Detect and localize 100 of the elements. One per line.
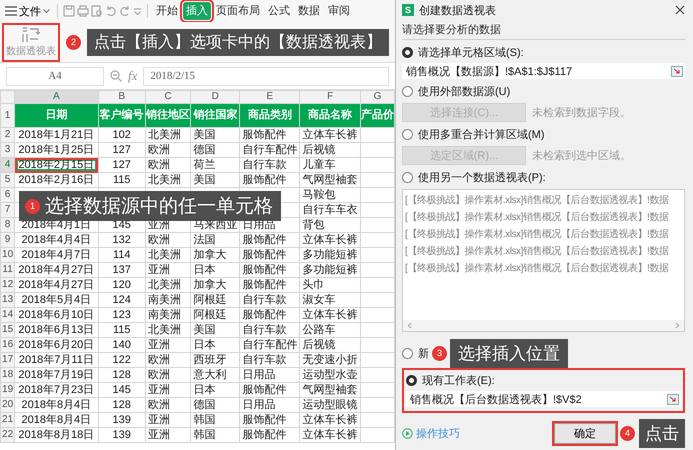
- row-header[interactable]: 15: [0, 322, 15, 338]
- column-header[interactable]: G: [360, 90, 394, 104]
- scrollbar[interactable]: [403, 320, 684, 331]
- table-cell[interactable]: 122: [98, 352, 146, 368]
- table-cell[interactable]: 服饰配件: [240, 248, 300, 262]
- table-cell[interactable]: 背包: [300, 218, 360, 232]
- table-cell[interactable]: 123: [98, 308, 146, 322]
- table-cell[interactable]: 120: [98, 278, 146, 292]
- table-cell[interactable]: 淑女车: [300, 292, 360, 308]
- table-cell[interactable]: 儿童车: [300, 158, 360, 172]
- table-cell[interactable]: 132: [98, 232, 146, 248]
- pivot-table-list[interactable]: [【终极挑战】操作素材.xlsx]销售概况【后台数据透视表】!数据 [【终极挑战】操作素材.xlsx]销售概况【后台数据透视表】!数据 [【终极挑战】操作素材.xlsx]销售概况【后台数据透视表】!数据 [【终极挑战】操作素材.xlsx]销售概况【后台数据透视表】!数据 [【终极挑战】操作素材.xlsx]销售概况【后台数据透视表】!数据: [402, 189, 685, 332]
- table-cell[interactable]: 2018年7月23日: [14, 382, 98, 398]
- table-cell[interactable]: 北美洲: [145, 172, 191, 188]
- table-cell[interactable]: 北美洲: [145, 128, 191, 142]
- list-item[interactable]: [【终极挑战】操作素材.xlsx]销售概况【后台数据透视表】!数据: [405, 261, 682, 275]
- row-header[interactable]: 4: [0, 158, 15, 172]
- table-cell[interactable]: 欧洲: [145, 232, 191, 248]
- radio-label[interactable]: 使用外部数据源(U): [418, 84, 510, 99]
- table-cell[interactable]: 2018年1月21日: [14, 128, 98, 142]
- table-cell[interactable]: 日用品: [240, 398, 300, 412]
- table-cell[interactable]: 2018年1月25日: [14, 142, 98, 158]
- table-cell[interactable]: 意大利: [190, 368, 240, 382]
- table-cell[interactable]: 德国: [190, 142, 240, 158]
- table-cell[interactable]: 127: [98, 142, 146, 158]
- redo-icon[interactable]: [119, 5, 131, 17]
- ribbon-tab[interactable]: 审阅: [325, 2, 353, 20]
- table-cell[interactable]: 立体车长裤: [300, 412, 360, 428]
- caret-icon[interactable]: [43, 8, 50, 14]
- table-cell[interactable]: 124: [98, 292, 146, 308]
- radio-label[interactable]: 使用另一个数据透视表(P):: [418, 170, 546, 185]
- row-header[interactable]: 14: [0, 308, 15, 322]
- table-cell[interactable]: 自行车款: [240, 322, 300, 338]
- radio-label[interactable]: 新: [418, 346, 429, 360]
- table-cell[interactable]: 北美洲: [145, 322, 191, 338]
- table-cell[interactable]: 服饰配件: [240, 308, 300, 322]
- file-menu[interactable]: 文件: [3, 4, 52, 18]
- table-cell[interactable]: 亚洲: [145, 428, 191, 442]
- print-icon[interactable]: [77, 5, 89, 17]
- row-header[interactable]: 10: [0, 248, 15, 262]
- table-cell[interactable]: 2018年4月7日: [14, 248, 98, 262]
- table-cell[interactable]: 115: [98, 172, 146, 188]
- table-cell[interactable]: 2018年4月27日: [14, 278, 98, 292]
- table-cell[interactable]: 多功能短裤: [300, 248, 360, 262]
- table-cell[interactable]: 欧洲: [145, 352, 191, 368]
- table-cell[interactable]: 127: [98, 158, 146, 172]
- radio-label[interactable]: 请选择单元格区域(S):: [418, 45, 524, 60]
- table-cell[interactable]: 服饰配件: [240, 382, 300, 398]
- table-cell[interactable]: 自行车配件: [240, 142, 300, 158]
- table-cell[interactable]: 114: [98, 248, 146, 262]
- table-cell[interactable]: 多功能短裤: [300, 262, 360, 278]
- table-cell[interactable]: 日用品: [240, 368, 300, 382]
- undo-icon[interactable]: [105, 5, 117, 17]
- table-cell[interactable]: 气网型袖套: [300, 382, 360, 398]
- table-cell[interactable]: 自行车款: [240, 158, 300, 172]
- column-header[interactable]: D: [190, 90, 240, 104]
- table-cell[interactable]: 加拿大: [190, 278, 240, 292]
- table-cell[interactable]: 后视镜: [300, 338, 360, 352]
- table-cell[interactable]: 法国: [190, 232, 240, 248]
- table-cell[interactable]: 128: [98, 398, 146, 412]
- table-cell[interactable]: 欧洲: [145, 398, 191, 412]
- table-cell[interactable]: 立体车长裤: [300, 428, 360, 442]
- table-cell[interactable]: 2018年6月13日: [14, 322, 98, 338]
- table-cell[interactable]: 2018年4月27日: [14, 262, 98, 278]
- location-input-field[interactable]: 销售概况【后台数据透视表】!$V$2: [406, 391, 681, 407]
- table-cell[interactable]: 亚洲: [145, 382, 191, 398]
- table-cell[interactable]: 服饰配件: [240, 412, 300, 428]
- radio-button[interactable]: [402, 129, 413, 140]
- row-header[interactable]: 7: [0, 202, 15, 218]
- table-cell[interactable]: 无变速小折: [300, 352, 360, 368]
- table-cell[interactable]: 自行车车衣: [300, 202, 360, 218]
- column-header[interactable]: F: [300, 90, 360, 104]
- table-cell[interactable]: 日本: [190, 382, 240, 398]
- radio-button[interactable]: [402, 172, 413, 183]
- print-preview-icon[interactable]: [91, 5, 103, 17]
- table-cell[interactable]: 北美洲: [145, 248, 191, 262]
- row-header[interactable]: 11: [0, 262, 15, 278]
- table-cell[interactable]: 美国: [190, 128, 240, 142]
- row-header[interactable]: 2: [0, 128, 15, 142]
- formula-input-field[interactable]: 2018/2/15: [143, 66, 389, 86]
- table-cell[interactable]: 服饰配件: [240, 232, 300, 248]
- table-cell[interactable]: 德国: [190, 398, 240, 412]
- radio-label[interactable]: 现有工作表(E):: [422, 373, 495, 388]
- table-cell[interactable]: 服饰配件: [240, 428, 300, 442]
- ok-button[interactable]: 确定: [554, 422, 616, 444]
- table-cell[interactable]: 公路车: [300, 322, 360, 338]
- table-cell[interactable]: 日本: [190, 338, 240, 352]
- table-cell[interactable]: 137: [98, 262, 146, 278]
- table-cell[interactable]: 145: [98, 382, 146, 398]
- table-cell[interactable]: 运动型水壶: [300, 368, 360, 382]
- table-cell[interactable]: 亚洲: [145, 262, 191, 278]
- radio-button[interactable]: [402, 348, 413, 358]
- table-cell[interactable]: 南美洲: [145, 308, 191, 322]
- row-header[interactable]: 12: [0, 278, 15, 292]
- table-cell[interactable]: 2018年6月20日: [14, 338, 98, 352]
- table-cell[interactable]: 亚洲: [145, 338, 191, 352]
- table-cell[interactable]: 后视镜: [300, 142, 360, 158]
- ribbon-tab[interactable]: 开始: [153, 2, 181, 20]
- table-cell[interactable]: 自行车款: [240, 352, 300, 368]
- table-cell[interactable]: 128: [98, 368, 146, 382]
